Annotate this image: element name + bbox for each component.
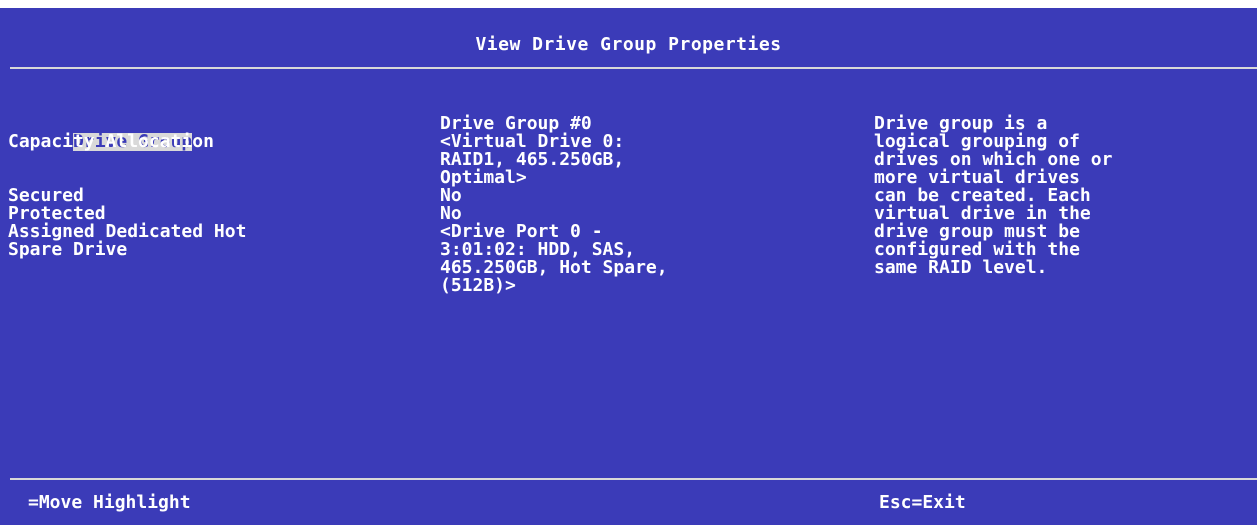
bios-screen: View Drive Group Properties Drive Group … — [0, 0, 1257, 525]
footer-divider — [10, 478, 1257, 480]
capacity-allocation-value-3[interactable]: Optimal> — [440, 169, 860, 187]
field-values: Drive Group #0 <Virtual Drive 0: RAID1, … — [440, 115, 860, 295]
footer-exit-hint[interactable]: Esc=Exit — [879, 494, 966, 512]
field-labels: Drive Group Capacity Allocation Secured … — [8, 115, 408, 259]
footer-move-highlight-hint: =Move Highlight — [28, 492, 191, 513]
title-divider — [10, 67, 1257, 69]
help-panel: Drive group is a logical grouping of dri… — [874, 115, 1257, 277]
secured-value: No — [440, 185, 462, 206]
assigned-hot-spare-label-2[interactable]: Spare Drive — [8, 241, 408, 259]
page-title: View Drive Group Properties — [475, 34, 782, 55]
help-line: same RAID level. — [874, 257, 1048, 278]
top-border — [0, 0, 1257, 8]
hot-spare-value-4[interactable]: (512B)> — [440, 277, 860, 295]
capacity-allocation-label[interactable]: Capacity Allocation — [8, 133, 408, 151]
